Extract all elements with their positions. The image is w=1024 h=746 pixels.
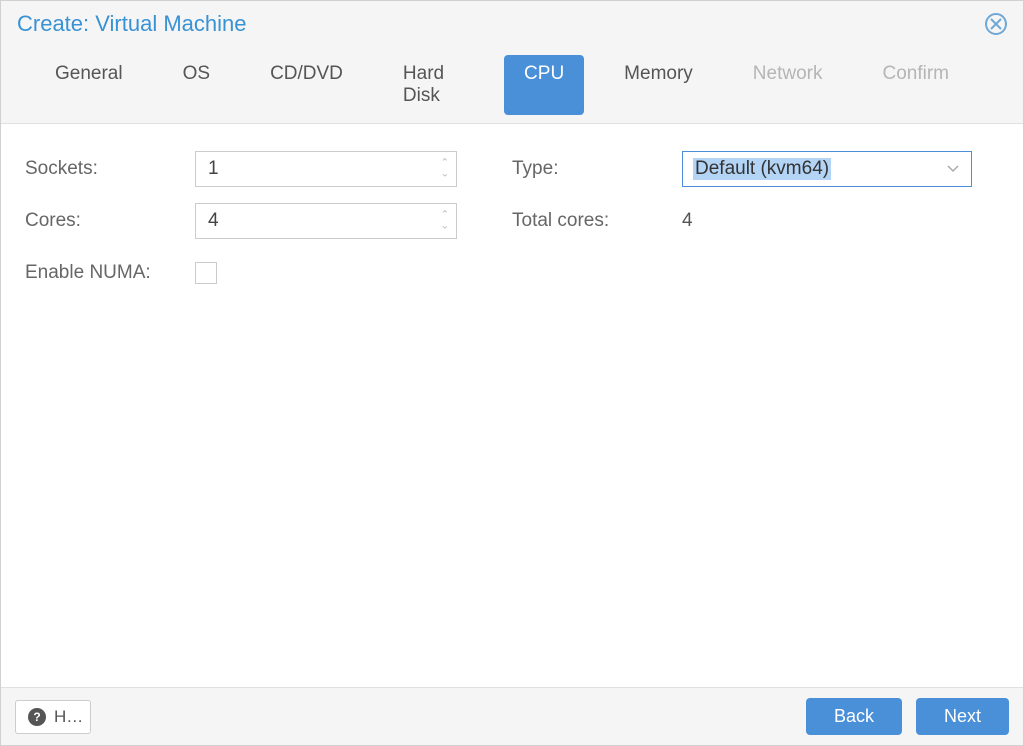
chevron-down-icon: ⌄ <box>441 222 449 232</box>
cores-row: Cores: ⌃ ⌄ <box>25 204 512 238</box>
numa-checkbox[interactable] <box>195 262 217 284</box>
chevron-up-icon: ⌃ <box>441 211 449 221</box>
tab-memory[interactable]: Memory <box>604 55 713 115</box>
type-select-value: Default (kvm64) <box>693 158 831 180</box>
totalcores-row: Total cores: 4 <box>512 204 999 238</box>
sockets-label: Sockets: <box>25 158 195 180</box>
left-column: Sockets: ⌃ ⌄ Cores: ⌃ ⌄ <box>25 152 512 659</box>
cores-spinner[interactable]: ⌃ ⌄ <box>441 211 449 232</box>
cores-input[interactable] <box>195 203 457 239</box>
sockets-spinner[interactable]: ⌃ ⌄ <box>441 159 449 180</box>
chevron-down-icon: ⌄ <box>441 170 449 180</box>
close-icon <box>990 18 1002 30</box>
help-icon: ? <box>28 708 46 726</box>
tab-confirm: Confirm <box>862 55 969 115</box>
help-button[interactable]: ? H… <box>15 700 91 734</box>
tab-network: Network <box>733 55 843 115</box>
footer-actions: Back Next <box>806 698 1009 735</box>
type-label: Type: <box>512 158 682 180</box>
sockets-row: Sockets: ⌃ ⌄ <box>25 152 512 186</box>
tab-cpu[interactable]: CPU <box>504 55 584 115</box>
cores-label: Cores: <box>25 210 195 232</box>
numa-row: Enable NUMA: <box>25 256 512 290</box>
cores-input-wrap: ⌃ ⌄ <box>195 203 457 239</box>
totalcores-value: 4 <box>682 210 693 232</box>
close-button[interactable] <box>985 13 1007 35</box>
type-row: Type: Default (kvm64) <box>512 152 999 186</box>
type-select-wrap: Default (kvm64) <box>682 151 972 187</box>
chevron-up-icon: ⌃ <box>441 159 449 169</box>
dialog-header: Create: Virtual Machine General OS CD/DV… <box>1 1 1023 124</box>
next-button[interactable]: Next <box>916 698 1009 735</box>
cpu-panel: Sockets: ⌃ ⌄ Cores: ⌃ ⌄ <box>1 124 1023 687</box>
sockets-input[interactable] <box>195 151 457 187</box>
tab-general[interactable]: General <box>35 55 143 115</box>
sockets-input-wrap: ⌃ ⌄ <box>195 151 457 187</box>
right-column: Type: Default (kvm64) Total cores: 4 <box>512 152 999 659</box>
title-row: Create: Virtual Machine <box>17 11 1007 55</box>
dialog-title: Create: Virtual Machine <box>17 11 247 37</box>
wizard-tabs: General OS CD/DVD Hard Disk CPU Memory N… <box>17 55 1007 123</box>
create-vm-dialog: Create: Virtual Machine General OS CD/DV… <box>0 0 1024 746</box>
totalcores-label: Total cores: <box>512 210 682 232</box>
tab-cddvd[interactable]: CD/DVD <box>250 55 363 115</box>
dialog-footer: ? H… Back Next <box>1 687 1023 745</box>
tab-harddisk[interactable]: Hard Disk <box>383 55 484 115</box>
numa-label: Enable NUMA: <box>25 262 195 284</box>
help-button-label: H… <box>54 707 83 727</box>
tab-os[interactable]: OS <box>163 55 230 115</box>
back-button[interactable]: Back <box>806 698 902 735</box>
type-select[interactable]: Default (kvm64) <box>682 151 972 187</box>
